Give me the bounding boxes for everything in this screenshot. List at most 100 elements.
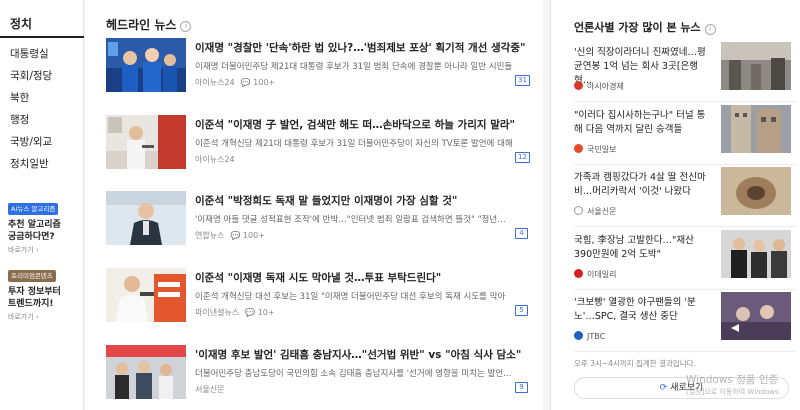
sidebar-item-politics-general[interactable]: 정치일반 bbox=[10, 153, 52, 175]
promo-more-link[interactable]: 바로가기 › bbox=[8, 312, 80, 322]
press-logo-icon bbox=[574, 206, 583, 215]
headline-item[interactable]: 이준석 "이재명 독재 시도 막아낼 것…투표 부탁드린다" 이준석 개혁신당 … bbox=[106, 268, 536, 324]
ranking-thumbnail[interactable] bbox=[721, 42, 791, 90]
headline-item[interactable]: 이준석 "이재명 子 발언, 검색만 해도 떠…손바닥으로 하늘 가리지 말라"… bbox=[106, 115, 536, 171]
news-headline[interactable]: '이재명 후보 발언' 김태흠 충남지사…"선거법 위반" vs "아침 식사 … bbox=[195, 347, 530, 362]
comment-count[interactable]: 💬 100+ bbox=[241, 78, 276, 87]
info-icon[interactable]: i bbox=[180, 21, 192, 32]
headline-item[interactable]: 이재명 "경찰만 '단속'하란 법 있나?…'범죄제보 포상' 획기적 개선 생… bbox=[106, 38, 536, 94]
sidebar-item-administration[interactable]: 행정 bbox=[10, 109, 52, 131]
ranking-thumbnail[interactable] bbox=[721, 105, 791, 153]
related-count-badge[interactable]: 5 bbox=[515, 305, 528, 316]
ranking-item[interactable]: '신의 직장이라더니 진짜였네…평균연봉 1억 넘는 회사 3곳[은행현… 아시… bbox=[574, 42, 796, 102]
news-summary[interactable]: '이재명 아들 댓글 성적표현 조작'에 반박…"인터넷 범죄 일람표 검색하면… bbox=[195, 213, 523, 225]
ranking-press[interactable]: 국민일보 bbox=[574, 144, 616, 155]
news-page: 정치 대통령실 국회/정당 북한 행정 국방/외교 정치일반 AI뉴스 알고리즘… bbox=[0, 0, 800, 410]
related-count-badge[interactable]: 12 bbox=[515, 152, 530, 163]
news-thumbnail[interactable] bbox=[106, 38, 186, 92]
press-logo-icon bbox=[574, 81, 583, 90]
sidebar-item-defense-diplomacy[interactable]: 국방/외교 bbox=[10, 131, 52, 153]
comment-icon: 💬 bbox=[245, 308, 256, 317]
promo-text-line: 궁금하다면? bbox=[8, 232, 55, 242]
promo-text-line: 투자 정보부터 bbox=[8, 287, 61, 297]
sidebar-menu: 대통령실 국회/정당 북한 행정 국방/외교 정치일반 bbox=[10, 43, 52, 175]
promo-ai-algorithm[interactable]: AI뉴스 알고리즘 추천 알고리즘 궁금하다면? 바로가기 › bbox=[8, 196, 80, 255]
news-thumbnail[interactable] bbox=[106, 115, 186, 169]
headline-section-title: 헤드라인 뉴스 i bbox=[106, 16, 192, 33]
related-count-badge[interactable]: 9 bbox=[515, 382, 528, 393]
ranking-press[interactable]: 아시아경제 bbox=[574, 81, 624, 92]
ranking-title-text: 언론사별 가장 많이 본 뉴스 bbox=[574, 21, 701, 34]
info-icon[interactable]: i bbox=[704, 24, 716, 35]
sidebar-item-assembly-party[interactable]: 국회/정당 bbox=[10, 65, 52, 87]
ranking-thumbnail[interactable] bbox=[721, 292, 791, 340]
press-name[interactable]: 아이뉴스24 bbox=[195, 155, 235, 164]
ranking-title: 언론사별 가장 많이 본 뉴스 i bbox=[574, 19, 716, 35]
promo-text: 추천 알고리즘 궁금하다면? bbox=[8, 219, 80, 243]
related-count-badge[interactable]: 31 bbox=[515, 75, 530, 86]
related-count-badge[interactable]: 4 bbox=[515, 228, 528, 239]
press-logo-icon bbox=[574, 331, 583, 340]
comment-icon: 💬 bbox=[240, 78, 251, 87]
press-logo-icon bbox=[574, 269, 583, 278]
ranking-press[interactable]: JTBC bbox=[574, 331, 605, 341]
press-name[interactable]: 파이낸셜뉴스 bbox=[195, 308, 239, 317]
headline-item[interactable]: '이재명 후보 발언' 김태흠 충남지사…"선거법 위반" vs "아침 식사 … bbox=[106, 345, 536, 401]
comment-count[interactable]: 💬 100+ bbox=[230, 231, 265, 240]
ranking-press-name: 서울신문 bbox=[587, 207, 617, 216]
news-headline[interactable]: 이준석 "이재명 독재 시도 막아낼 것…투표 부탁드린다" bbox=[195, 270, 530, 285]
press-name[interactable]: 서울신문 bbox=[195, 385, 224, 394]
news-thumbnail[interactable] bbox=[106, 191, 186, 245]
windows-activation-watermark-sub: [설정]으로 이동하여 Windows bbox=[686, 388, 779, 396]
headline-item[interactable]: 이준석 "박정희도 독재 말 들었지만 이재명이 가장 심할 것" '이재명 아… bbox=[106, 191, 536, 247]
news-meta: 서울신문 bbox=[195, 384, 224, 395]
news-headline[interactable]: 이재명 "경찰만 '단속'하란 법 있나?…'범죄제보 포상' 획기적 개선 생… bbox=[195, 40, 530, 55]
ranking-item[interactable]: '크보빵' 열광한 야구팬들의 '분노'…SPC, 결국 생산 중단 JTBC bbox=[574, 292, 796, 352]
news-summary[interactable]: 이준석 개혁신당 제21대 대통령 후보가 31일 더불어민주당이 자신의 TV… bbox=[195, 137, 523, 149]
ranking-press[interactable]: 서울신문 bbox=[574, 206, 616, 217]
headline-title-text: 헤드라인 뉴스 bbox=[106, 18, 177, 32]
comment-count[interactable]: 💬 10+ bbox=[245, 308, 274, 317]
ranking-press-name: 국민일보 bbox=[587, 145, 617, 154]
ranking-thumbnail[interactable] bbox=[721, 167, 791, 215]
news-headline[interactable]: 이준석 "이재명 子 발언, 검색만 해도 떠…손바닥으로 하늘 가리지 말라" bbox=[195, 117, 530, 132]
news-meta: 아이뉴스24 bbox=[195, 154, 235, 165]
comment-count-value: 100+ bbox=[253, 78, 276, 87]
news-summary[interactable]: 더불어민주당 충남도당이 국민의힘 소속 김태흠 충남지사를 '선거에 영향을 … bbox=[195, 367, 523, 379]
promo-more-link[interactable]: 바로가기 › bbox=[8, 245, 80, 255]
sidebar-item-president-office[interactable]: 대통령실 bbox=[10, 43, 52, 65]
sidebar-title: 정치 bbox=[10, 17, 33, 31]
promo-premium-content[interactable]: 프리미엄콘텐츠 투자 정보부터 트렌드까지! 바로가기 › bbox=[8, 263, 80, 322]
ranking-item[interactable]: 가족과 캠핑갔다가 4살 딸 전신마비…머리카락서 '이것' 나왔다 서울신문 bbox=[574, 167, 796, 227]
ranking-headline[interactable]: '크보빵' 열광한 야구팬들의 '분노'…SPC, 결국 생산 중단 bbox=[574, 296, 710, 324]
comment-count-value: 10+ bbox=[257, 308, 275, 317]
news-thumbnail[interactable] bbox=[106, 268, 186, 322]
press-name[interactable]: 연합뉴스 bbox=[195, 231, 224, 240]
sidebar-divider bbox=[0, 36, 84, 38]
ranking-item[interactable]: 국힘, 李장남 고발한다…"재산 390만원에 2억 도박" 이데일리 bbox=[574, 230, 796, 290]
promo-text-line: 트렌드까지! bbox=[8, 299, 54, 309]
headline-section: 헤드라인 뉴스 i 이재명 "경찰만 '단속'하란 법 있나?…'범죄제보 포상'… bbox=[85, 0, 543, 410]
ranking-thumbnail[interactable] bbox=[721, 230, 791, 278]
news-summary[interactable]: 이재명 더불어민주당 제21대 대통령 후보가 31일 범죄 단속에 경찰뿐 아… bbox=[195, 60, 523, 72]
promo-text-line: 추천 알고리즘 bbox=[8, 220, 61, 230]
news-meta: 아이뉴스24 💬 100+ bbox=[195, 77, 275, 88]
news-summary[interactable]: 이준석 개혁신당 대선 후보는 31일 "이재명 더불어민주당 대선 후보의 독… bbox=[195, 290, 523, 302]
sidebar-item-north-korea[interactable]: 북한 bbox=[10, 87, 52, 109]
promo-text: 투자 정보부터 트렌드까지! bbox=[8, 286, 80, 310]
news-thumbnail[interactable] bbox=[106, 345, 186, 399]
ranking-headline[interactable]: 가족과 캠핑갔다가 4살 딸 전신마비…머리카락서 '이것' 나왔다 bbox=[574, 171, 710, 199]
news-headline[interactable]: 이준석 "박정희도 독재 말 들었지만 이재명이 가장 심할 것" bbox=[195, 193, 530, 208]
refresh-icon: ⟳ bbox=[659, 383, 668, 393]
press-ranking-section: 언론사별 가장 많이 본 뉴스 i '신의 직장이라더니 진짜였네…평균연봉 1억… bbox=[550, 0, 800, 410]
comment-count-value: 100+ bbox=[242, 231, 265, 240]
ranking-headline[interactable]: "이러다 집시사하는구나" 터널 통해 다음 역까지 달린 승객들 bbox=[574, 109, 710, 137]
press-name[interactable]: 아이뉴스24 bbox=[195, 78, 235, 87]
ranking-press-name: 이데일리 bbox=[587, 270, 617, 279]
ranking-headline[interactable]: 국힘, 李장남 고발한다…"재산 390만원에 2억 도박" bbox=[574, 234, 710, 262]
ranking-press[interactable]: 이데일리 bbox=[574, 269, 616, 280]
ranking-press-name: 아시아경제 bbox=[587, 82, 624, 91]
press-logo-icon bbox=[574, 144, 583, 153]
ranking-press-name: JTBC bbox=[587, 332, 606, 341]
ranking-item[interactable]: "이러다 집시사하는구나" 터널 통해 다음 역까지 달린 승객들 국민일보 bbox=[574, 105, 796, 165]
